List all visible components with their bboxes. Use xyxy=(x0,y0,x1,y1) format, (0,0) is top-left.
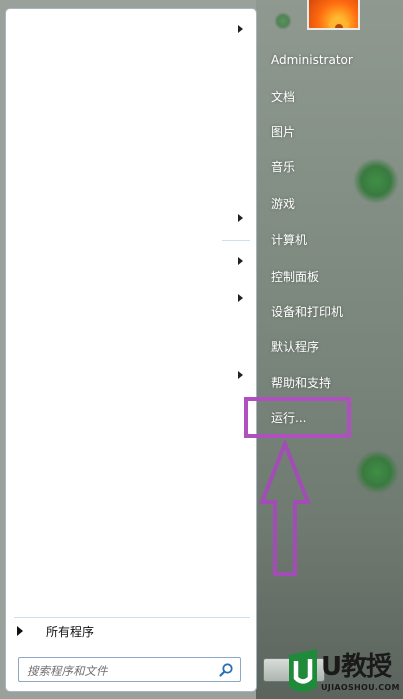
menu-item-control-panel[interactable]: 控制面板 xyxy=(271,268,319,285)
divider xyxy=(222,240,250,241)
programs-pane xyxy=(5,8,257,692)
search-icon[interactable] xyxy=(218,662,234,678)
chevron-right-icon[interactable] xyxy=(238,25,243,33)
chevron-right-icon[interactable] xyxy=(238,371,243,379)
menu-item-devices-printers[interactable]: 设备和打印机 xyxy=(271,303,343,320)
logo-mark-icon xyxy=(289,649,317,692)
menu-item-computer[interactable]: 计算机 xyxy=(271,231,307,248)
all-programs-label: 所有程序 xyxy=(46,624,95,639)
up-arrow-icon xyxy=(259,440,311,576)
all-programs-button[interactable]: 所有程序 xyxy=(13,616,243,646)
flower-image xyxy=(328,16,350,28)
decorative-blob xyxy=(355,450,399,494)
search-box[interactable] xyxy=(18,657,241,682)
chevron-right-icon[interactable] xyxy=(238,294,243,302)
menu-item-pictures[interactable]: 图片 xyxy=(271,123,295,140)
watermark-main: U教授 xyxy=(321,652,392,682)
chevron-right-icon[interactable] xyxy=(238,214,243,222)
decorative-blob xyxy=(274,12,292,30)
menu-item-default-programs[interactable]: 默认程序 xyxy=(271,338,319,355)
watermark-sub: UJIAOSHOU.COM xyxy=(321,683,400,692)
decorative-blob xyxy=(353,158,399,204)
menu-item-documents[interactable]: 文档 xyxy=(271,88,295,105)
run-highlight-box xyxy=(244,397,351,438)
menu-item-help-support[interactable]: 帮助和支持 xyxy=(271,374,331,391)
search-input[interactable] xyxy=(25,661,219,680)
menu-item-music[interactable]: 音乐 xyxy=(271,158,295,175)
watermark-logo: U教授 UJIAOSHOU.COM xyxy=(285,645,403,699)
menu-item-games[interactable]: 游戏 xyxy=(271,195,295,212)
chevron-right-icon[interactable] xyxy=(238,257,243,265)
user-name[interactable]: Administrator xyxy=(271,53,353,67)
chevron-right-icon xyxy=(17,626,23,636)
user-avatar[interactable] xyxy=(307,0,360,30)
